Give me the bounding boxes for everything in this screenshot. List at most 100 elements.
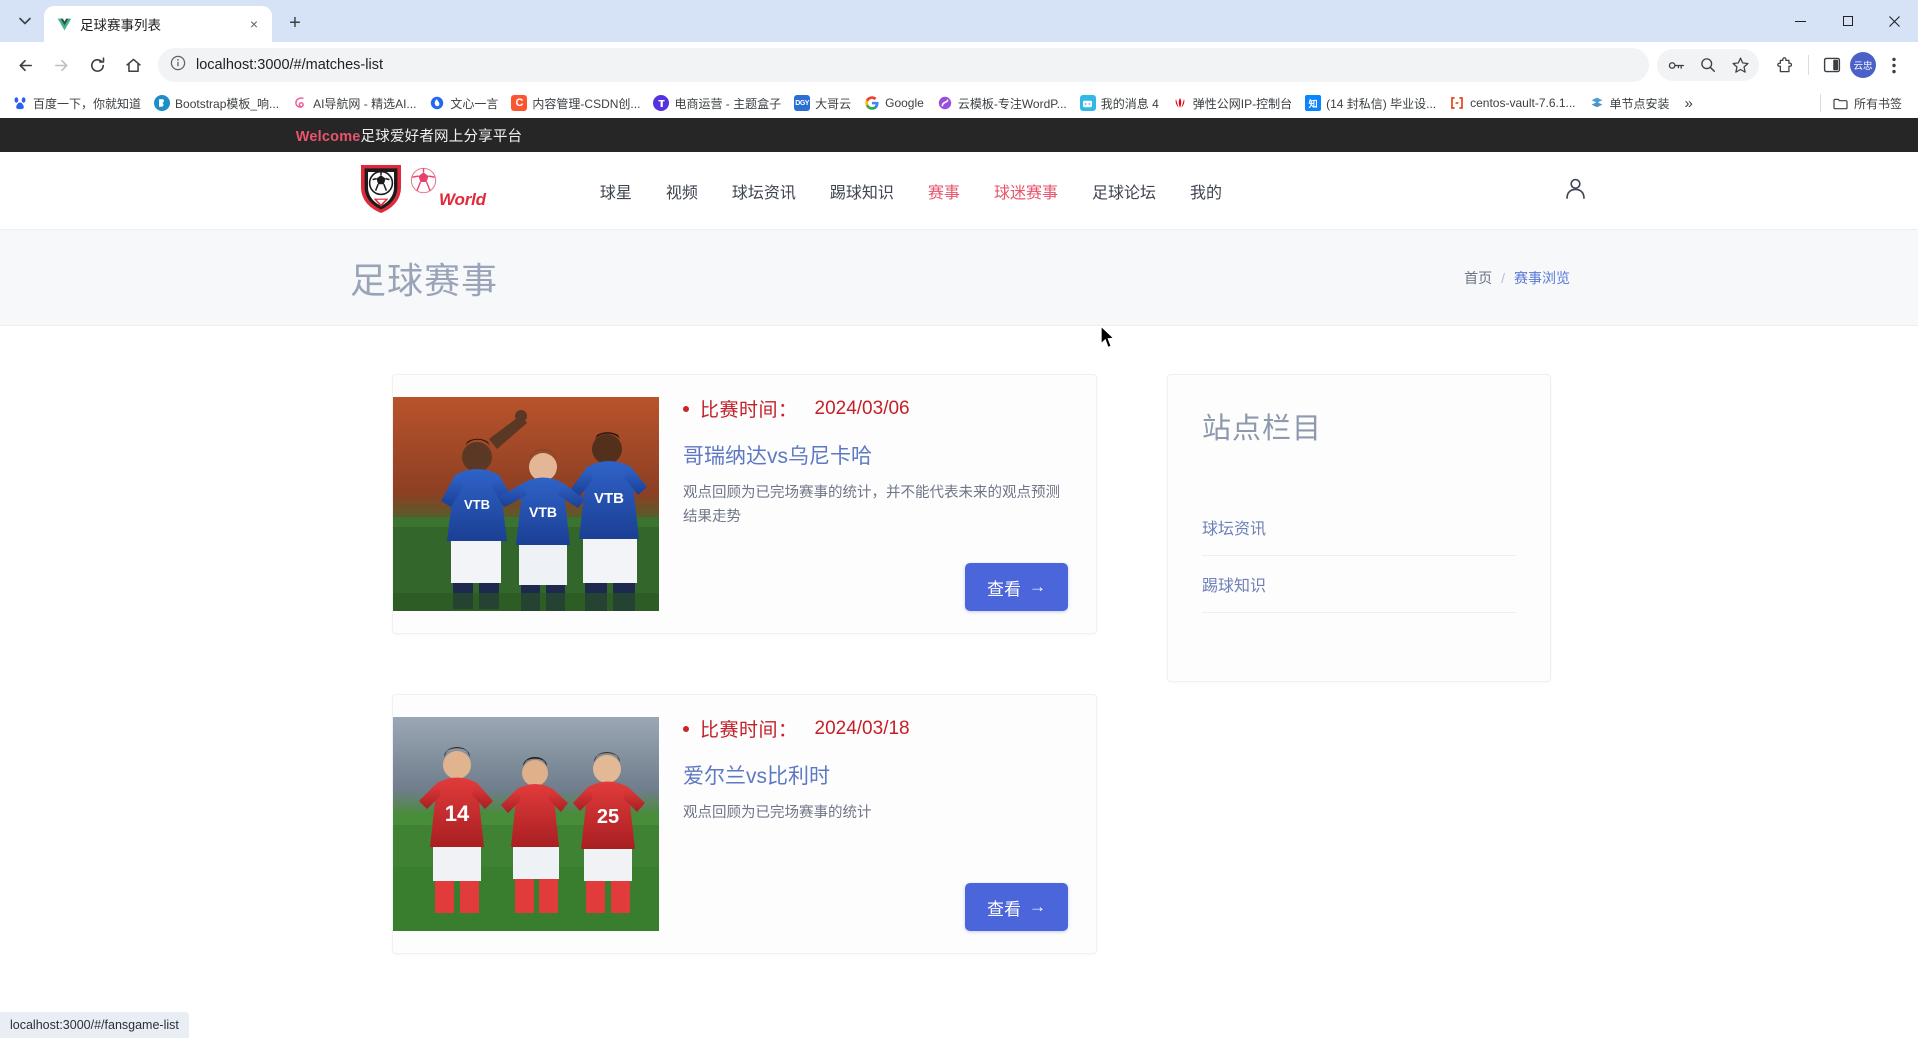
match-card[interactable]: 14 xyxy=(392,694,1097,954)
nav-item-matches[interactable]: 赛事 xyxy=(928,179,960,203)
breadcrumb-home[interactable]: 首页 xyxy=(1464,268,1492,288)
welcome-banner: Welcome足球爱好者网上分享平台 xyxy=(0,118,1918,152)
account-button[interactable] xyxy=(1563,176,1588,206)
maximize-button[interactable] xyxy=(1824,0,1871,42)
zhihu-icon: 知 xyxy=(1305,95,1321,111)
url-text: localhost:3000/#/matches-list xyxy=(196,57,383,73)
bookmark-item[interactable]: 单节点安装 xyxy=(1583,92,1676,115)
star-icon[interactable] xyxy=(1724,49,1756,81)
bullet-dot-icon xyxy=(683,726,689,732)
bookmark-label: 百度一下，你就知道 xyxy=(33,95,141,112)
match-title[interactable]: 爱尔兰vs比利时 xyxy=(683,760,1070,790)
match-time-value: 2024/03/06 xyxy=(815,398,910,420)
bullet-dot-icon xyxy=(683,406,689,412)
bookmark-item[interactable]: 弹性公网IP-控制台 xyxy=(1166,92,1298,115)
bookmark-label: 内容管理-CSDN创... xyxy=(532,95,640,112)
sidebar-item-news[interactable]: 球坛资讯 xyxy=(1202,499,1516,556)
home-button[interactable] xyxy=(116,48,150,82)
breadcrumb-current[interactable]: 赛事浏览 xyxy=(1514,268,1570,288)
nav-item-videos[interactable]: 视频 xyxy=(666,179,698,203)
new-tab-button[interactable]: + xyxy=(280,8,310,38)
profile-avatar[interactable]: 云忠 xyxy=(1850,52,1876,78)
all-bookmarks-group: 所有书签 xyxy=(1820,92,1912,115)
bookmark-item[interactable]: DGY 大哥云 xyxy=(788,92,857,115)
match-info: 比赛时间： 2024/03/18 爱尔兰vs比利时 观点回顾为已完场赛事的统计 … xyxy=(659,695,1096,953)
page-title: 足球赛事 xyxy=(350,252,498,304)
ai-nav-icon xyxy=(292,95,308,111)
wenxin-icon xyxy=(429,95,445,111)
nav-item-knowledge[interactable]: 踢球知识 xyxy=(830,179,894,203)
site-header: World 球星 视频 球坛资讯 踢球知识 赛事 球迷赛事 足球论坛 我的 xyxy=(0,152,1918,230)
site-logo[interactable]: World xyxy=(358,161,486,220)
reload-button[interactable] xyxy=(80,48,114,82)
side-panel-icon[interactable] xyxy=(1816,49,1848,81)
bookmarks-overflow-button[interactable]: » xyxy=(1677,95,1701,112)
welcome-highlight: Welcome xyxy=(296,129,361,145)
all-bookmarks-button[interactable]: 所有书签 xyxy=(1827,92,1908,115)
arrow-right-icon: → xyxy=(1029,577,1046,597)
bookmark-label: Bootstrap模板_响... xyxy=(175,95,279,112)
bookmark-label: (14 封私信) 毕业设... xyxy=(1326,95,1436,112)
address-bar[interactable]: localhost:3000/#/matches-list xyxy=(158,48,1649,82)
match-time-label: 比赛时间： xyxy=(700,715,798,742)
info-circle-icon[interactable] xyxy=(170,55,186,76)
bookmark-item[interactable]: 百度一下，你就知道 xyxy=(6,92,147,115)
match-description: 观点回顾为已完场赛事的统计 xyxy=(683,802,1061,826)
bookmark-item[interactable]: 云模板-专注WordP... xyxy=(931,92,1073,115)
match-card[interactable]: VTB VTB xyxy=(392,374,1097,634)
baidu-icon xyxy=(12,95,28,111)
match-title[interactable]: 哥瑞纳达vs乌尼卡哈 xyxy=(683,440,1070,470)
view-button-label: 查看 xyxy=(987,895,1021,920)
tab-strip: 足球赛事列表 × + xyxy=(0,0,1918,42)
match-time-value: 2024/03/18 xyxy=(815,718,910,740)
vue-logo-icon xyxy=(56,16,72,32)
puzzle-icon[interactable] xyxy=(1769,49,1801,81)
toolbar-divider xyxy=(1808,55,1809,75)
welcome-subtitle: 足球爱好者网上分享平台 xyxy=(361,129,523,145)
view-match-button[interactable]: 查看 → xyxy=(965,563,1068,611)
bookmark-item[interactable]: 我的消息 4 xyxy=(1074,92,1165,115)
nav-item-news[interactable]: 球坛资讯 xyxy=(732,179,796,203)
svg-text:VTB: VTB xyxy=(594,490,624,507)
forward-button[interactable] xyxy=(44,48,78,82)
bookmark-item[interactable]: 知 (14 封私信) 毕业设... xyxy=(1299,92,1442,115)
close-window-button[interactable] xyxy=(1871,0,1918,42)
toolbar-actions: 云忠 xyxy=(1657,49,1910,81)
bookmark-item[interactable]: centos-vault-7.6.1... xyxy=(1443,92,1581,114)
match-thumbnail[interactable]: 14 xyxy=(393,717,659,931)
match-thumbnail[interactable]: VTB VTB xyxy=(393,397,659,611)
nav-item-mine[interactable]: 我的 xyxy=(1190,179,1222,203)
svg-text:14: 14 xyxy=(445,801,470,826)
bookmark-item[interactable]: Google xyxy=(858,92,930,114)
sidebar-item-knowledge[interactable]: 踢球知识 xyxy=(1202,556,1516,613)
bookmark-label: 电商运营 - 主题盒子 xyxy=(674,95,781,112)
messages-icon xyxy=(1080,95,1096,111)
bookmark-item[interactable]: AI导航网 - 精选AI... xyxy=(286,92,422,115)
logo-wordmark: World xyxy=(439,190,486,210)
view-button-label: 查看 xyxy=(987,575,1021,600)
key-icon[interactable] xyxy=(1660,49,1692,81)
bookmark-label: Google xyxy=(885,96,924,110)
breadcrumb: 首页 / 赛事浏览 xyxy=(1464,268,1570,288)
tab-search-button[interactable] xyxy=(6,4,44,38)
match-time-label: 比赛时间： xyxy=(700,395,798,422)
sidebar-title: 站点栏目 xyxy=(1202,405,1516,447)
nav-item-stars[interactable]: 球星 xyxy=(600,179,632,203)
bookmark-item[interactable]: 电商运营 - 主题盒子 xyxy=(647,92,787,115)
sidebar-spacer xyxy=(1202,613,1516,647)
bookmark-item[interactable]: C 内容管理-CSDN创... xyxy=(505,92,646,115)
magnifier-icon[interactable] xyxy=(1692,49,1724,81)
close-icon[interactable]: × xyxy=(244,14,264,34)
bookmark-item[interactable]: 文心一言 xyxy=(423,92,504,115)
browser-tab[interactable]: 足球赛事列表 × xyxy=(44,6,272,42)
back-button[interactable] xyxy=(8,48,42,82)
page-viewport: Welcome足球爱好者网上分享平台 xyxy=(0,118,1918,1038)
match-photo-red-team: 14 xyxy=(393,717,659,931)
view-match-button[interactable]: 查看 → xyxy=(965,883,1068,931)
minimize-button[interactable] xyxy=(1777,0,1824,42)
bookmark-item[interactable]: Bootstrap模板_响... xyxy=(148,92,285,115)
three-dots-vertical-icon[interactable] xyxy=(1878,49,1910,81)
tab-title: 足球赛事列表 xyxy=(80,14,236,34)
nav-item-fan-matches[interactable]: 球迷赛事 xyxy=(994,179,1058,203)
nav-item-forum[interactable]: 足球论坛 xyxy=(1092,179,1156,203)
